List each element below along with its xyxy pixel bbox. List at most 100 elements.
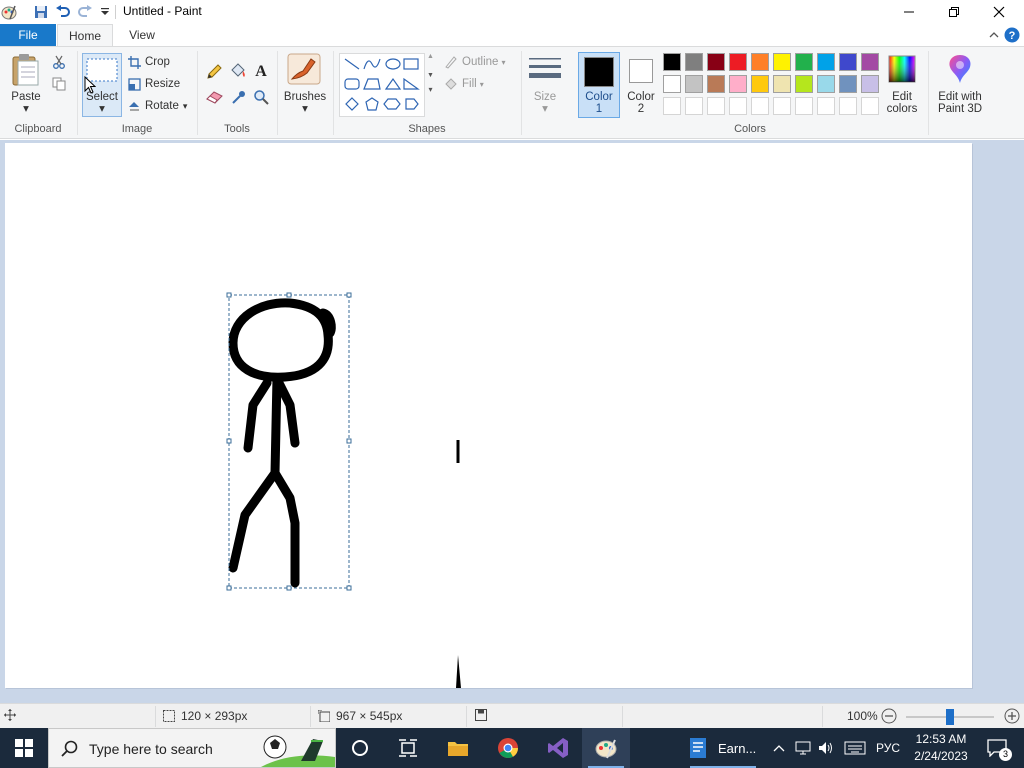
palette-color-swatch[interactable]	[861, 75, 879, 93]
resize-button[interactable]: Resize	[128, 74, 180, 94]
minimize-button[interactable]	[886, 0, 932, 24]
zoom-out-button[interactable]	[881, 708, 897, 724]
visual-studio-button[interactable]	[534, 728, 582, 768]
palette-color-swatch[interactable]	[817, 75, 835, 93]
palette-custom-color-slot[interactable]	[817, 97, 835, 115]
palette-color-swatch[interactable]	[795, 53, 813, 71]
tab-home[interactable]: Home	[57, 24, 113, 46]
help-icon[interactable]: ?	[1004, 27, 1020, 43]
cortana-button[interactable]	[336, 728, 384, 768]
chrome-button[interactable]	[484, 728, 532, 768]
canvas-workspace[interactable]	[0, 140, 1024, 703]
palette-custom-color-slot[interactable]	[663, 97, 681, 115]
fill-button[interactable]: Fill ▾	[444, 74, 484, 94]
select-dropdown-icon[interactable]: ▾	[96, 103, 108, 115]
brushes-icon[interactable]	[287, 53, 321, 88]
palette-color-swatch[interactable]	[685, 75, 703, 93]
paint-app-icon[interactable]	[0, 3, 18, 21]
palette-color-swatch[interactable]	[685, 53, 703, 71]
zoom-slider-thumb[interactable]	[946, 709, 954, 725]
clock[interactable]: 12:53 AM 2/24/2023	[908, 731, 974, 767]
palette-color-swatch[interactable]	[839, 53, 857, 71]
palette-custom-color-slot[interactable]	[773, 97, 791, 115]
brushes-button[interactable]: Brushes	[282, 91, 328, 103]
edit-colors-icon[interactable]	[888, 55, 916, 86]
color-2-swatch[interactable]	[629, 59, 653, 83]
restore-button[interactable]	[931, 0, 977, 24]
palette-color-swatch[interactable]	[707, 75, 725, 93]
rotate-dropdown-icon[interactable]: ▾	[183, 101, 188, 112]
palette-color-swatch[interactable]	[663, 53, 681, 71]
input-language-indicator[interactable]: РУС	[872, 728, 904, 768]
palette-color-swatch[interactable]	[729, 53, 747, 71]
palette-color-swatch[interactable]	[795, 75, 813, 93]
text-icon[interactable]: A	[253, 62, 269, 81]
customize-toolbar-icon[interactable]	[96, 3, 114, 21]
palette-color-swatch[interactable]	[663, 75, 681, 93]
tab-file[interactable]: File	[0, 24, 56, 46]
notifications-button[interactable]: 3	[980, 728, 1014, 768]
network-icon[interactable]	[793, 728, 813, 768]
palette-color-swatch[interactable]	[817, 53, 835, 71]
palette-color-swatch[interactable]	[729, 75, 747, 93]
collapse-ribbon-icon[interactable]	[986, 27, 1002, 43]
palette-color-swatch[interactable]	[861, 53, 879, 71]
palette-color-swatch[interactable]	[839, 75, 857, 93]
undo-icon[interactable]	[54, 3, 72, 21]
edit-colors-label-line2[interactable]: colors	[880, 103, 924, 115]
color-picker-icon[interactable]	[231, 89, 247, 108]
palette-color-swatch[interactable]	[773, 75, 791, 93]
show-hidden-icons-button[interactable]	[770, 728, 788, 768]
crop-label: Crop	[145, 56, 170, 68]
paste-icon[interactable]	[10, 53, 42, 89]
touch-keyboard-icon[interactable]	[842, 728, 868, 768]
crop-button[interactable]: Crop	[128, 52, 170, 72]
volume-icon[interactable]	[816, 728, 836, 768]
palette-custom-color-slot[interactable]	[795, 97, 813, 115]
palette-custom-color-slot[interactable]	[685, 97, 703, 115]
task-view-button[interactable]	[384, 728, 432, 768]
shapes-gallery[interactable]	[339, 53, 425, 117]
outline-dropdown-icon[interactable]: ▾	[501, 58, 505, 67]
fill-with-color-icon[interactable]	[229, 63, 247, 82]
zoom-in-button[interactable]	[1004, 708, 1020, 724]
pencil-icon[interactable]	[206, 64, 222, 83]
taskbar-search-box[interactable]: Type here to search	[48, 728, 336, 768]
redo-icon[interactable]	[76, 3, 94, 21]
size-button[interactable]: Size	[526, 91, 564, 103]
palette-color-swatch[interactable]	[707, 53, 725, 71]
shapes-scroll[interactable]: ▲ ▼ ▾	[426, 53, 435, 117]
close-button[interactable]	[976, 0, 1022, 24]
size-dropdown-icon[interactable]: ▾	[539, 103, 551, 115]
fill-dropdown-icon[interactable]: ▾	[480, 80, 484, 89]
copy-icon[interactable]	[52, 77, 66, 94]
brushes-dropdown-icon[interactable]: ▾	[299, 103, 311, 115]
tab-view[interactable]: View	[114, 24, 170, 46]
paint-3d-icon[interactable]	[944, 53, 976, 88]
magnifier-icon[interactable]	[253, 89, 269, 108]
edit-with-paint-3d-line1[interactable]: Edit with	[932, 91, 988, 103]
palette-custom-color-slot[interactable]	[751, 97, 769, 115]
word-taskbar-button[interactable]: Earn...	[684, 728, 762, 768]
eraser-icon[interactable]	[206, 90, 224, 107]
save-icon[interactable]	[32, 3, 50, 21]
outline-button[interactable]: Outline ▾	[444, 52, 505, 72]
size-icon[interactable]	[529, 57, 561, 86]
palette-custom-color-slot[interactable]	[707, 97, 725, 115]
edit-colors-label-line1[interactable]: Edit	[880, 91, 924, 103]
palette-color-swatch[interactable]	[751, 53, 769, 71]
edit-with-paint-3d-line2[interactable]: Paint 3D	[932, 103, 988, 115]
rotate-button[interactable]: Rotate ▾	[128, 96, 187, 116]
palette-custom-color-slot[interactable]	[861, 97, 879, 115]
palette-color-swatch[interactable]	[773, 53, 791, 71]
start-button[interactable]	[0, 728, 48, 768]
palette-custom-color-slot[interactable]	[839, 97, 857, 115]
cut-icon[interactable]	[52, 55, 66, 72]
drawing-canvas[interactable]	[5, 143, 972, 688]
paint-taskbar-button[interactable]	[582, 728, 630, 768]
file-explorer-button[interactable]	[434, 728, 482, 768]
palette-custom-color-slot[interactable]	[729, 97, 747, 115]
palette-color-swatch[interactable]	[751, 75, 769, 93]
paste-dropdown-icon[interactable]: ▾	[20, 103, 32, 115]
paste-button[interactable]: Paste	[8, 91, 44, 103]
